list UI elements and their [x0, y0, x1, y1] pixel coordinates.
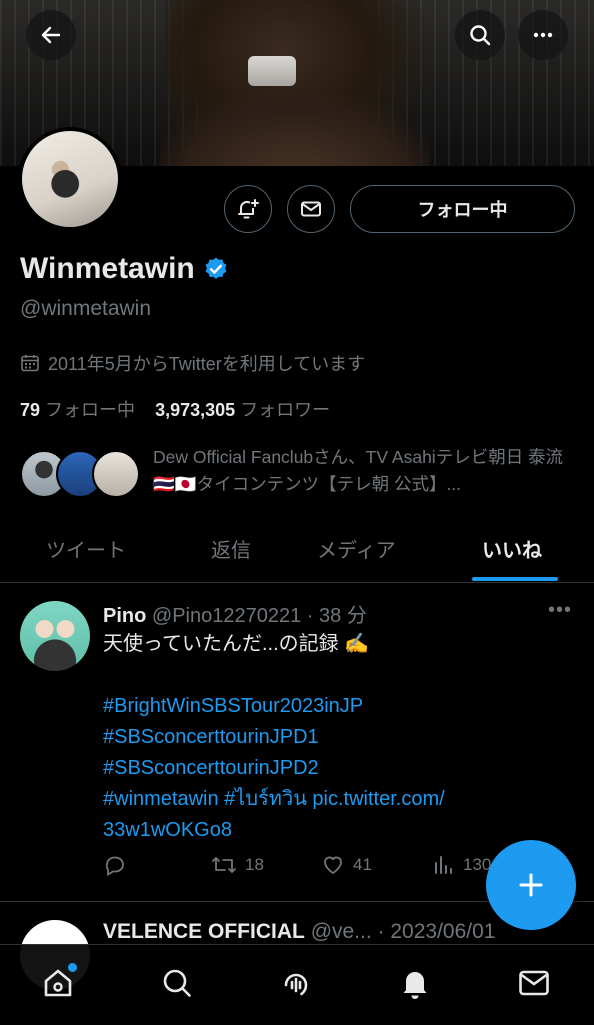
hashtag-link[interactable]: #SBSconcerttourinJPD1 — [103, 722, 573, 753]
compose-tweet-button[interactable] — [486, 840, 576, 930]
spaces-icon — [284, 973, 308, 996]
follow-counts: 79 フォロー中 3,973,305 フォロワー — [20, 396, 330, 422]
tweet-time: · 38 分 — [306, 605, 367, 627]
bottom-navigation — [0, 944, 594, 1025]
profile-avatar[interactable] — [18, 127, 122, 231]
back-button[interactable] — [26, 10, 76, 60]
tweet-author-handle[interactable]: @ve... — [311, 920, 372, 943]
joined-date: 2011年5月からTwitterを利用しています — [20, 350, 365, 376]
hashtag-link[interactable]: #winmetawin #ไบร์ทวิน pic.twitter.com/ — [103, 784, 573, 815]
tab-replies[interactable]: 返信 — [211, 534, 251, 563]
pic-link[interactable]: 33w1wOKGo8 — [103, 815, 573, 846]
hashtag-link[interactable]: #BrightWinSBSTour2023inJP — [103, 691, 573, 722]
views-button[interactable]: 130 — [431, 853, 491, 877]
more-dots-icon — [533, 32, 553, 38]
notifications-subscribe-button[interactable] — [224, 185, 272, 233]
nav-notifications[interactable] — [395, 963, 435, 1003]
display-name: Winmetawin — [20, 252, 195, 285]
tweet-text: 天使っていたんだ...の記録 ✍️ #BrightWinSBSTour2023i… — [103, 629, 573, 846]
known-follower-avatar — [92, 450, 140, 498]
bell-icon — [403, 972, 427, 999]
retweet-button[interactable]: 18 — [211, 853, 264, 877]
hashtag-link[interactable]: #SBSconcerttourinJPD2 — [103, 753, 573, 784]
envelope-icon — [519, 970, 549, 996]
tweet-author-name[interactable]: Pino — [103, 605, 146, 627]
profile-tabs: ツイート 返信 メディア いいね — [0, 522, 594, 583]
retweet-icon — [212, 857, 236, 873]
tweet-header: Pino @Pino12270221 · 38 分 — [103, 599, 367, 628]
tweet-author-name[interactable]: VELENCE OFFICIAL — [103, 920, 305, 943]
known-followers-text: Dew Official Fanclubさん、TV Asahiテレビ朝日 泰流🇹… — [153, 447, 564, 494]
arrow-left-icon — [41, 26, 61, 44]
like-count: 41 — [353, 855, 372, 874]
nav-spaces[interactable] — [276, 963, 316, 1003]
tweet-author-avatar[interactable] — [20, 601, 90, 671]
followers-link[interactable]: 3,973,305 フォロワー — [155, 400, 330, 420]
tab-likes[interactable]: いいね — [482, 534, 542, 563]
followers-you-know[interactable]: Dew Official Fanclubさん、TV Asahiテレビ朝日 泰流🇹… — [20, 444, 580, 504]
home-unread-dot — [68, 963, 77, 972]
nav-messages[interactable] — [514, 963, 554, 1003]
tab-media[interactable]: メディア — [317, 534, 396, 563]
more-options-button[interactable] — [518, 10, 568, 60]
bell-plus-icon — [238, 199, 259, 219]
nav-search[interactable] — [157, 963, 197, 1003]
profile-name: Winmetawin — [20, 252, 229, 286]
profile-handle: @winmetawin — [20, 297, 152, 320]
joined-text: 2011年5月からTwitterを利用しています — [48, 354, 366, 374]
envelope-icon — [301, 201, 321, 217]
reply-button[interactable] — [103, 853, 127, 877]
heart-icon — [324, 856, 342, 875]
search-icon — [470, 25, 491, 46]
tweet-author-handle[interactable]: @Pino12270221 — [152, 605, 301, 627]
retweet-count: 18 — [245, 855, 264, 874]
tab-tweets[interactable]: ツイート — [46, 534, 126, 563]
reply-icon — [105, 856, 124, 877]
like-button[interactable]: 41 — [321, 853, 372, 877]
active-tab-indicator — [472, 577, 558, 581]
plus-icon — [519, 873, 543, 897]
verified-badge-icon — [205, 257, 227, 279]
message-button[interactable] — [287, 185, 335, 233]
tweet-header: VELENCE OFFICIAL @ve... · 2023/06/01 — [103, 920, 573, 944]
tweet-text-line: 天使っていたんだ...の記録 ✍️ — [103, 633, 370, 655]
banner-camera — [248, 56, 296, 86]
tweet-time: · 2023/06/01 — [377, 920, 496, 943]
tweet-more-icon[interactable]: ••• — [548, 599, 572, 622]
following-button[interactable]: フォロー中 — [350, 185, 575, 233]
calendar-icon — [21, 355, 39, 372]
following-link[interactable]: 79 フォロー中 — [20, 400, 135, 420]
search-icon — [163, 969, 191, 997]
search-button[interactable] — [455, 10, 505, 60]
analytics-icon — [435, 856, 452, 874]
